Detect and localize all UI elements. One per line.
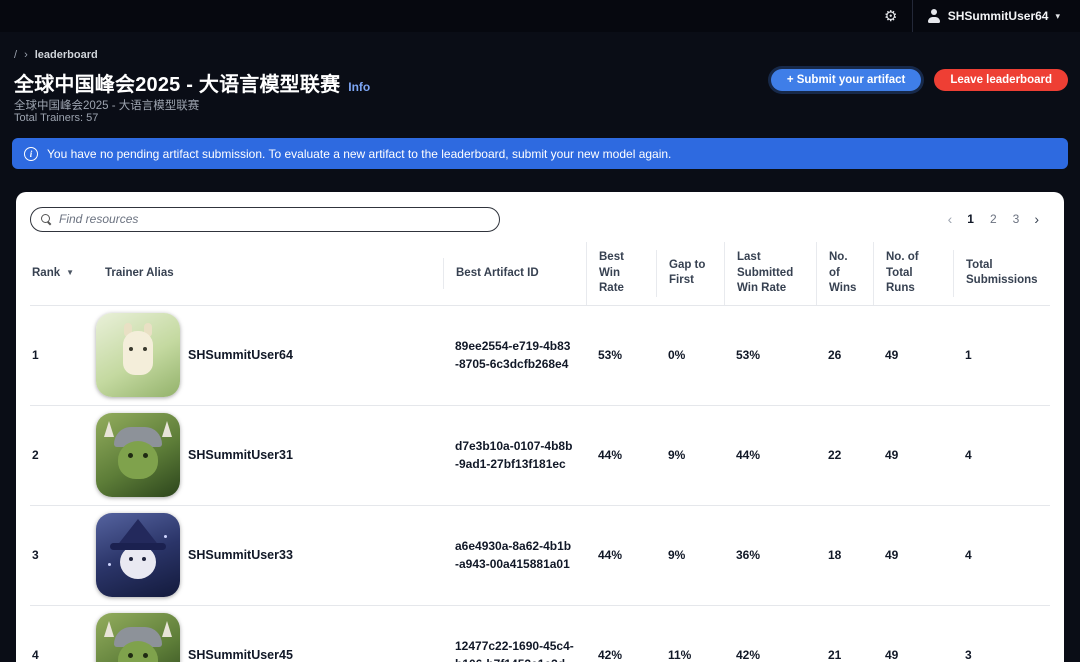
total-submissions-cell: 1 bbox=[953, 348, 1050, 362]
total-trainers: Total Trainers: 57 bbox=[14, 112, 98, 124]
last-submitted-win-rate-cell: 53% bbox=[724, 348, 816, 362]
rank-cell: 4 bbox=[30, 648, 96, 662]
trainer-alias: SHSummitUser45 bbox=[188, 648, 293, 662]
best-win-rate-cell: 42% bbox=[586, 648, 656, 662]
last-submitted-win-rate-cell: 42% bbox=[724, 648, 816, 662]
trainer-cell: SHSummitUser64 bbox=[96, 313, 443, 397]
page-prev-icon[interactable]: ‹ bbox=[943, 212, 958, 226]
topbar: ⚙ SHSummitUser64 ▾ bbox=[0, 0, 1080, 32]
trainer-avatar bbox=[96, 313, 180, 397]
rank-cell: 2 bbox=[30, 448, 96, 462]
leaderboard-card: ‹ 1 2 3 › Rank ▼ Trainer Alias Best Arti… bbox=[16, 192, 1064, 662]
best-win-rate-cell: 44% bbox=[586, 448, 656, 462]
trainer-alias: SHSummitUser31 bbox=[188, 448, 293, 462]
trainer-avatar bbox=[96, 413, 180, 497]
gap-to-first-cell: 11% bbox=[656, 648, 724, 662]
gap-to-first-cell: 0% bbox=[656, 348, 724, 362]
column-header-gap-to-first: Gap to First bbox=[656, 250, 724, 297]
user-name: SHSummitUser64 bbox=[948, 9, 1049, 23]
column-header-rank[interactable]: Rank ▼ bbox=[30, 258, 96, 290]
page-number-2[interactable]: 2 bbox=[984, 210, 1003, 228]
no-of-wins-cell: 22 bbox=[816, 448, 873, 462]
no-of-wins-cell: 18 bbox=[816, 548, 873, 562]
page-number-1[interactable]: 1 bbox=[961, 210, 980, 228]
table-header-row: Rank ▼ Trainer Alias Best Artifact ID Be… bbox=[30, 242, 1050, 306]
best-win-rate-cell: 53% bbox=[586, 348, 656, 362]
rank-cell: 3 bbox=[30, 548, 96, 562]
no-of-wins-cell: 26 bbox=[816, 348, 873, 362]
person-icon bbox=[927, 9, 941, 23]
chevron-down-icon: ▾ bbox=[1055, 11, 1060, 22]
banner-text: You have no pending artifact submission.… bbox=[47, 147, 671, 161]
column-header-best-win-rate: Best Win Rate bbox=[586, 242, 656, 305]
trainer-avatar bbox=[96, 613, 180, 662]
page-number-3[interactable]: 3 bbox=[1007, 210, 1026, 228]
best-win-rate-cell: 44% bbox=[586, 548, 656, 562]
best-artifact-id-cell: d7e3b10a-0107-4b8b-9ad1-27bf13f181ec bbox=[443, 437, 586, 473]
user-menu[interactable]: SHSummitUser64 ▾ bbox=[912, 0, 1070, 32]
column-header-best-artifact-id: Best Artifact ID bbox=[443, 258, 586, 290]
leave-leaderboard-button[interactable]: Leave leaderboard bbox=[934, 69, 1068, 91]
total-submissions-cell: 4 bbox=[953, 548, 1050, 562]
info-icon: i bbox=[24, 147, 38, 161]
best-artifact-id-cell: 89ee2554-e719-4b83-8705-6c3dcfb268e4 bbox=[443, 337, 586, 373]
table-body: 1 SHSummitUser64 89ee2554-e719-4b83-8705… bbox=[30, 306, 1050, 662]
trainer-avatar bbox=[96, 513, 180, 597]
page: ⚙ SHSummitUser64 ▾ / › leaderboard 全球中国峰… bbox=[0, 0, 1080, 662]
best-artifact-id-cell: a6e4930a-8a62-4b1b-a943-00a415881a01 bbox=[443, 537, 586, 573]
no-of-total-runs-cell: 49 bbox=[873, 548, 953, 562]
page-subtitle: 全球中国峰会2025 - 大语言模型联赛 bbox=[14, 97, 199, 113]
column-header-no-of-wins: No. of Wins bbox=[816, 242, 873, 305]
no-of-total-runs-cell: 49 bbox=[873, 648, 953, 662]
no-of-wins-cell: 21 bbox=[816, 648, 873, 662]
column-header-trainer-alias: Trainer Alias bbox=[96, 258, 443, 290]
no-of-total-runs-cell: 49 bbox=[873, 448, 953, 462]
table-row: 4 SHSummitUser45 12477c22-1690-45c4-b106… bbox=[30, 606, 1050, 662]
breadcrumb-separator-icon: › bbox=[24, 49, 28, 61]
last-submitted-win-rate-cell: 44% bbox=[724, 448, 816, 462]
best-artifact-id-cell: 12477c22-1690-45c4-b106-b7f1452e1e3d bbox=[443, 637, 586, 662]
trainer-alias: SHSummitUser64 bbox=[188, 348, 293, 362]
gap-to-first-cell: 9% bbox=[656, 448, 724, 462]
gear-icon[interactable]: ⚙ bbox=[876, 1, 906, 31]
trainer-cell: SHSummitUser33 bbox=[96, 513, 443, 597]
trainer-cell: SHSummitUser45 bbox=[96, 613, 443, 662]
sort-icon[interactable]: ▼ bbox=[66, 268, 74, 279]
rank-cell: 1 bbox=[30, 348, 96, 362]
table-row: 1 SHSummitUser64 89ee2554-e719-4b83-8705… bbox=[30, 306, 1050, 406]
page-title: 全球中国峰会2025 - 大语言模型联赛 bbox=[14, 68, 340, 97]
leaderboard-table: Rank ▼ Trainer Alias Best Artifact ID Be… bbox=[30, 242, 1050, 662]
breadcrumb: / › leaderboard bbox=[14, 49, 98, 61]
search-input[interactable] bbox=[59, 212, 489, 226]
pending-submission-banner: i You have no pending artifact submissio… bbox=[12, 138, 1068, 169]
search-box bbox=[30, 207, 500, 232]
info-link[interactable]: Info bbox=[348, 80, 370, 94]
table-row: 3 SHSummitUser33 a6e4930a-8a62-4b1b-a943… bbox=[30, 506, 1050, 606]
breadcrumb-page[interactable]: leaderboard bbox=[35, 49, 98, 61]
page-next-icon[interactable]: › bbox=[1029, 212, 1044, 226]
trainer-alias: SHSummitUser33 bbox=[188, 548, 293, 562]
breadcrumb-root[interactable]: / bbox=[14, 49, 17, 61]
table-row: 2 SHSummitUser31 d7e3b10a-0107-4b8b-9ad1… bbox=[30, 406, 1050, 506]
submit-artifact-button[interactable]: + Submit your artifact bbox=[771, 69, 922, 91]
gap-to-first-cell: 9% bbox=[656, 548, 724, 562]
column-header-no-of-total-runs: No. of Total Runs bbox=[873, 242, 953, 305]
total-submissions-cell: 3 bbox=[953, 648, 1050, 662]
no-of-total-runs-cell: 49 bbox=[873, 348, 953, 362]
column-header-last-submitted-win-rate: Last Submitted Win Rate bbox=[724, 242, 816, 305]
last-submitted-win-rate-cell: 36% bbox=[724, 548, 816, 562]
trainer-cell: SHSummitUser31 bbox=[96, 413, 443, 497]
search-icon bbox=[41, 214, 52, 225]
total-submissions-cell: 4 bbox=[953, 448, 1050, 462]
column-header-total-submissions: Total Submissions bbox=[953, 250, 1050, 297]
pagination: ‹ 1 2 3 › bbox=[943, 210, 1044, 228]
